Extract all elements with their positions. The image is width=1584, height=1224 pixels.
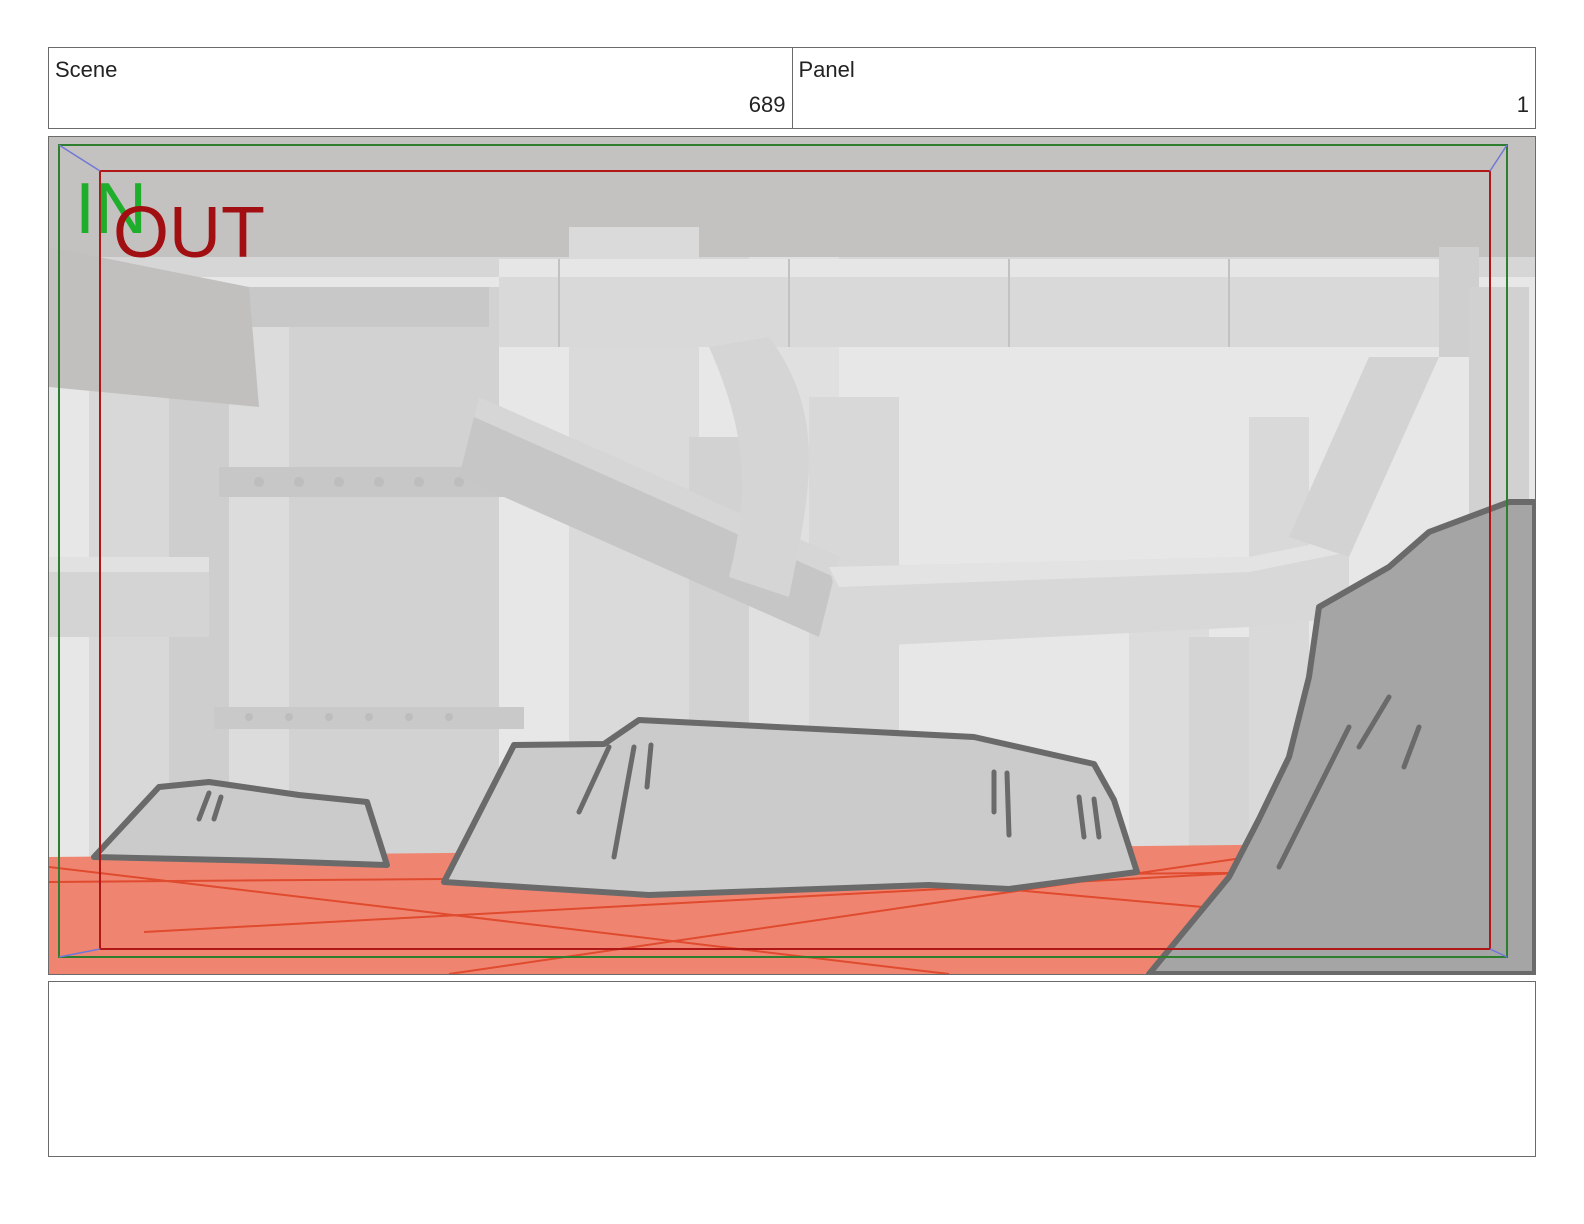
scene-label: Scene: [55, 57, 118, 82]
storyboard-panel: IN OUT: [48, 136, 1536, 975]
panel-cell: Panel 1: [791, 48, 1536, 128]
panel-drawing: IN OUT: [49, 137, 1535, 974]
scene-number: 689: [748, 92, 786, 117]
panel-header: Scene 689 Panel 1: [48, 47, 1536, 129]
out-marker-label: OUT: [113, 193, 265, 273]
panel-notes[interactable]: [48, 981, 1536, 1157]
panel-number: 1: [1516, 92, 1529, 117]
scene-cell: Scene 689: [49, 48, 792, 128]
panel-label: Panel: [798, 57, 855, 82]
